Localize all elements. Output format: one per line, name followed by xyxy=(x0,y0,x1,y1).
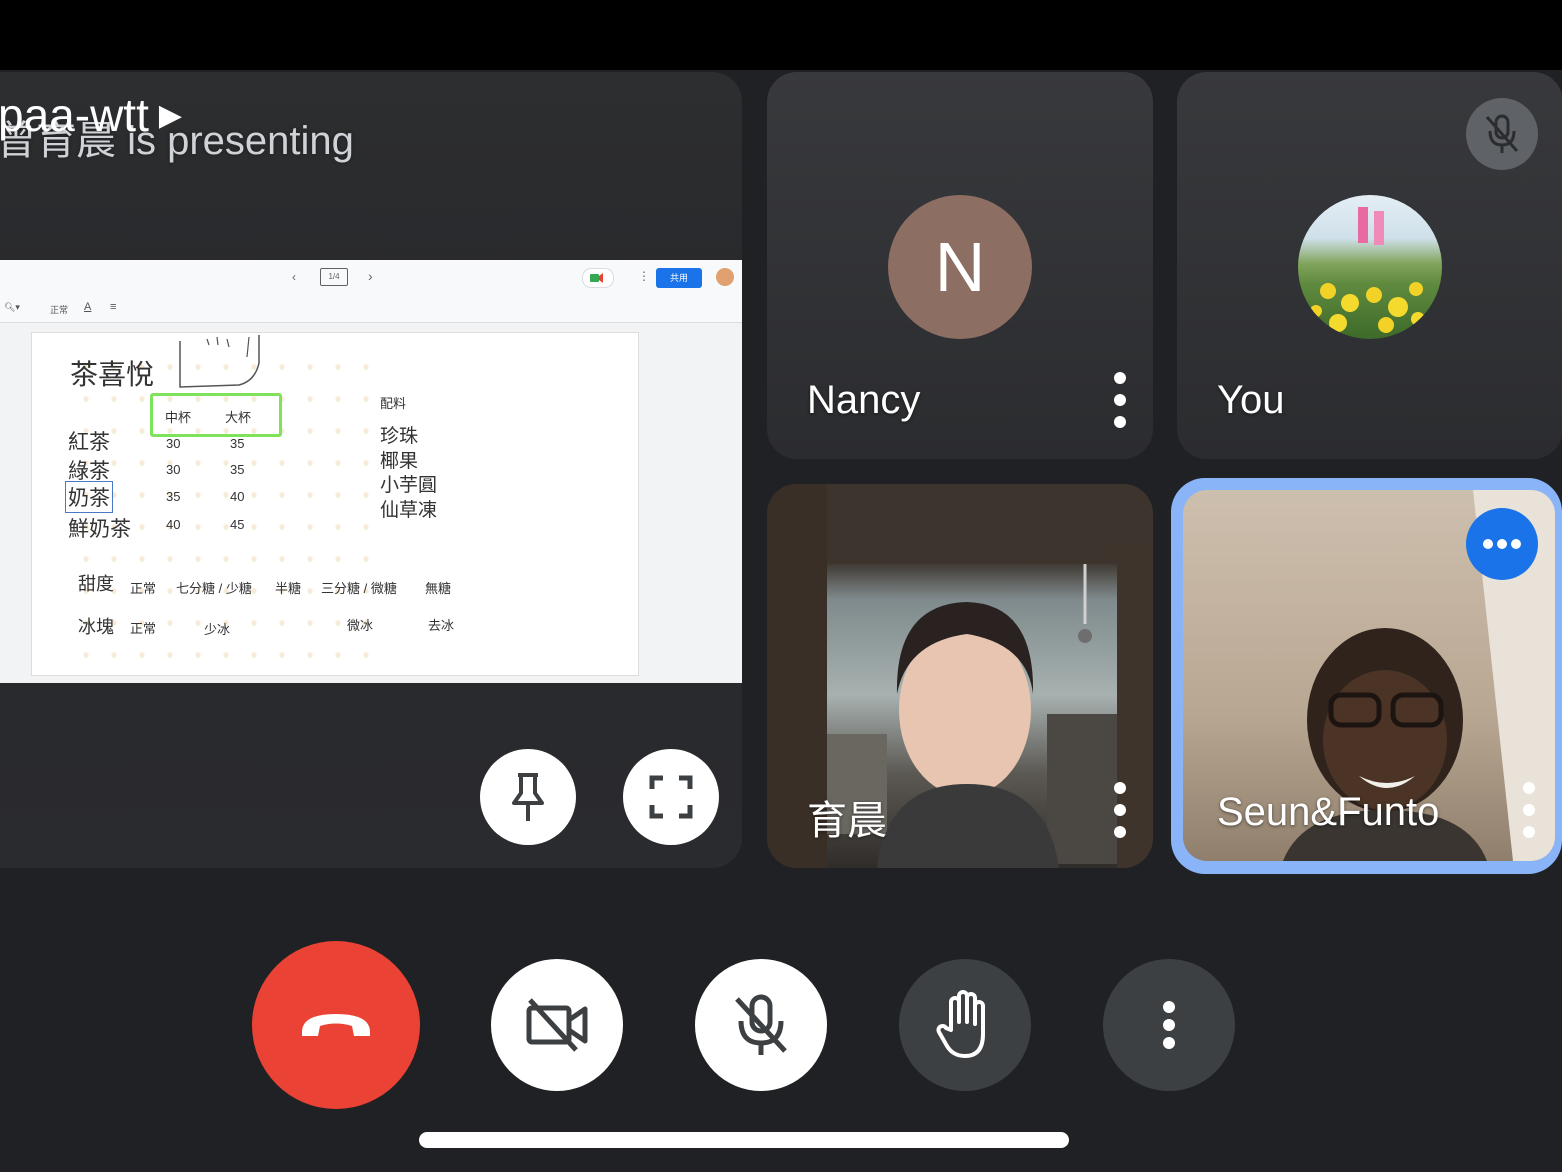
drink-price-large: 35 xyxy=(230,436,245,451)
participant-tile-you[interactable]: You xyxy=(1177,72,1562,459)
drink-price-large: 45 xyxy=(230,517,245,532)
camera-toggle-button[interactable] xyxy=(491,959,623,1091)
participant-name: You xyxy=(1217,378,1285,422)
shared-screen: ‹ 1/4 › ⋮ 共用 🔍︎▾ 正常 A ≡ 茶喜悅 中杯 大杯 配料 紅茶 … xyxy=(0,260,742,683)
meet-icon xyxy=(582,268,614,288)
more-vert-icon[interactable] xyxy=(1110,782,1130,838)
drink-name-selected: 奶茶 xyxy=(65,481,113,513)
sweetness-label: 甜度 xyxy=(78,574,114,594)
pin-icon xyxy=(512,773,544,821)
fullscreen-button[interactable] xyxy=(623,749,719,845)
drink-name: 鮮奶茶 xyxy=(68,518,131,541)
more-horiz-icon xyxy=(1483,539,1521,549)
topping-item: 仙草凍 xyxy=(380,500,438,521)
mic-off-icon xyxy=(1485,114,1519,153)
pin-button[interactable] xyxy=(480,749,576,845)
drink-price-medium: 30 xyxy=(166,436,181,451)
sweetness-option: 半糖 xyxy=(275,581,302,596)
drawing-hand xyxy=(179,335,260,388)
ice-option: 去冰 xyxy=(428,618,455,633)
drink-price-medium: 30 xyxy=(166,462,181,477)
prev-slide-icon: ‹ xyxy=(292,270,296,284)
sweetness-option: 正常 xyxy=(130,581,157,596)
drink-price-medium: 40 xyxy=(166,517,181,532)
home-indicator[interactable] xyxy=(419,1132,1069,1148)
topping-item: 椰果 xyxy=(380,451,419,472)
slide-canvas: 茶喜悅 中杯 大杯 配料 紅茶 30 35 綠茶 30 35 奶茶 35 40 … xyxy=(31,332,639,676)
avatar: N xyxy=(888,195,1032,339)
more-vert-icon[interactable] xyxy=(1519,782,1539,838)
status-bar xyxy=(0,0,1562,70)
participant-tile-seun-funto[interactable]: Seun&Funto xyxy=(1183,490,1555,861)
slides-toolbar: ‹ 1/4 › ⋮ 共用 xyxy=(0,260,742,297)
more-options-button[interactable] xyxy=(1103,959,1235,1091)
mic-toggle-button[interactable] xyxy=(695,959,827,1091)
more-vert-icon xyxy=(1163,1001,1175,1049)
sweetness-option: 七分糖 / 少糖 xyxy=(176,581,252,596)
hangup-button[interactable] xyxy=(252,941,420,1109)
participant-name: Nancy xyxy=(807,378,921,422)
participant-tile-yuchen[interactable]: 育晨 xyxy=(767,484,1153,868)
toppings-header: 配料 xyxy=(380,396,407,411)
drink-name: 紅茶 xyxy=(68,431,110,454)
mic-off-indicator xyxy=(1466,98,1538,170)
share-button: 共用 xyxy=(656,268,702,288)
topping-item: 珍珠 xyxy=(380,426,419,447)
ice-option: 少冰 xyxy=(204,622,231,637)
next-slide-icon: › xyxy=(368,268,373,284)
sweetness-option: 無糖 xyxy=(425,581,452,596)
size-header-medium: 中杯 xyxy=(165,410,192,425)
fullscreen-icon xyxy=(649,775,693,819)
presentation-tile[interactable]: 曾育晨 is presenting paa-wtt ▶ ‹ 1/4 › ⋮ 共用 … xyxy=(0,72,742,868)
videocam-off-icon xyxy=(526,998,588,1052)
ice-label: 冰塊 xyxy=(78,617,114,637)
zoom-icon: 🔍︎▾ xyxy=(4,302,20,312)
more-options-button[interactable] xyxy=(1466,508,1538,580)
drink-price-medium: 35 xyxy=(166,489,181,504)
hand-icon xyxy=(936,990,985,1058)
raise-hand-button[interactable] xyxy=(899,959,1031,1091)
size-header-large: 大杯 xyxy=(225,410,252,425)
profile-avatar xyxy=(716,268,734,286)
meeting-code[interactable]: paa-wtt ▶ xyxy=(0,88,182,142)
ice-option: 微冰 xyxy=(347,618,374,633)
participant-tile-nancy[interactable]: N Nancy xyxy=(767,72,1153,459)
kebab-icon: ⋮ xyxy=(638,269,650,283)
more-vert-icon[interactable] xyxy=(1110,372,1130,428)
drink-price-large: 35 xyxy=(230,462,245,477)
align-icon: ≡ xyxy=(110,301,117,313)
slide-title: 茶喜悅 xyxy=(70,359,155,390)
avatar xyxy=(1298,195,1442,339)
participant-name: Seun&Funto xyxy=(1217,790,1440,834)
caret-right-icon: ▶ xyxy=(158,99,182,132)
call-end-icon xyxy=(302,1014,370,1036)
ice-option: 正常 xyxy=(130,621,157,636)
format-style: 正常 xyxy=(50,305,69,315)
format-toolbar: 🔍︎▾ 正常 A ≡ xyxy=(0,296,742,323)
drink-price-large: 40 xyxy=(230,489,245,504)
sweetness-option: 三分糖 / 微糖 xyxy=(321,581,397,596)
mic-off-icon xyxy=(735,994,787,1055)
topping-item: 小芋圓 xyxy=(380,475,438,496)
participant-name: 育晨 xyxy=(807,799,887,843)
text-color-icon: A xyxy=(84,301,92,313)
slide-counter: 1/4 xyxy=(320,268,348,286)
